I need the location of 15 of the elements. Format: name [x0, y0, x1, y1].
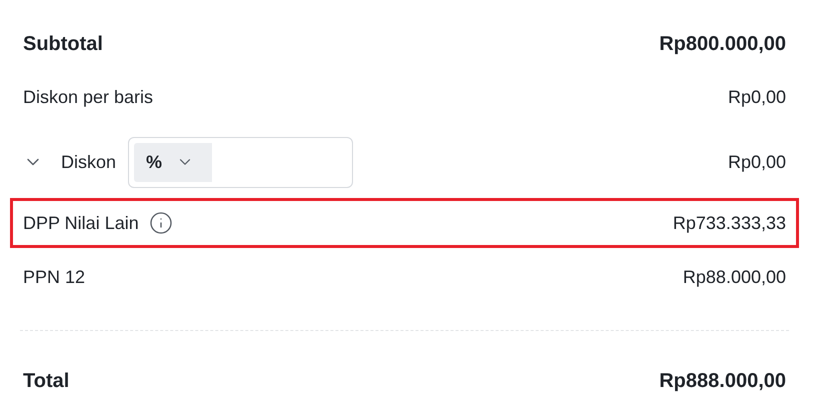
row-amount: Rp0,00	[728, 86, 786, 108]
row-amount: Rp88.000,00	[682, 266, 786, 288]
row-label: Subtotal	[23, 32, 103, 56]
info-icon[interactable]	[148, 211, 173, 235]
row-amount: Rp800.000,00	[659, 32, 786, 56]
row-label: PPN 12	[23, 266, 86, 288]
row-amount: Rp733.333,33	[672, 212, 786, 234]
discount-field[interactable]: %	[128, 136, 354, 188]
row-label: Diskon per baris	[23, 86, 154, 108]
total-amount: Rp888.000,00	[659, 370, 786, 392]
total-label: Total	[23, 370, 70, 392]
row-label: DPP Nilai Lain	[23, 212, 139, 234]
row-label: Diskon	[61, 152, 116, 172]
row-amount: Rp0,00	[728, 152, 786, 172]
unit-dropdown[interactable]: %	[134, 142, 212, 182]
